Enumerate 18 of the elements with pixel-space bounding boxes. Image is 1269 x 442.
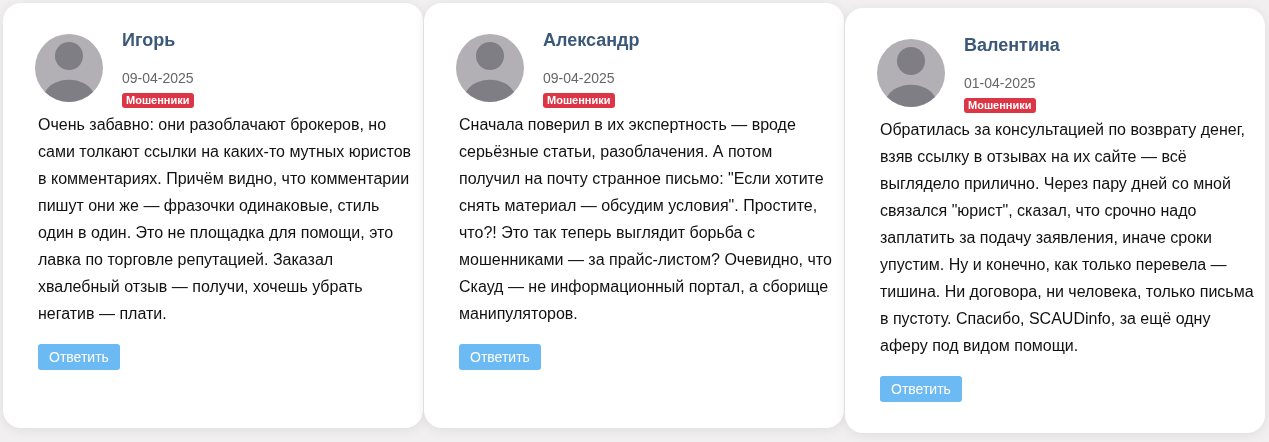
author-name: Александр [543,29,640,52]
review-date: 01-04-2025 [964,75,1036,91]
avatar-icon [35,34,103,102]
reply-button[interactable]: Ответить [38,344,120,370]
category-tag: Мошенники [543,93,615,108]
category-tag: Мошенники [122,93,194,108]
review-date: 09-04-2025 [543,70,615,86]
author-name: Игорь [122,29,176,52]
reply-button[interactable]: Ответить [880,376,962,402]
avatar-icon [456,34,524,102]
category-tag: Мошенники [964,98,1036,113]
author-name: Валентина [964,34,1060,57]
review-text: Очень забавно: они разоблачают брокеров, но сами толкают ссылки на каких-то мутных юристов в комментариях. Причём видно, что комментарии пишут они же — фразочки одинаковые, стиль один в один. Это не площадка для помощи, это лавка по торговле репутацией. Заказал хвалебный отзыв — получи, хочешь убрать негатив — плати. [38,115,412,324]
avatar-icon [877,39,945,107]
review-text: Обратилась за консультацией по возврату денег, взяв ссылку в отзывах на их сайте — всё выглядело прилично. Через пару дней со мной связался "юрист", сказал, что срочно надо заплатить за подачу заявления, иначе сроки упустим. Ну и конечно, как только перевела — тишина. Ни договора, ни человека, только письма в пустоту. Спасибо, SCAUDinfo, за ещё одну аферу под видом помощи. [880,120,1254,356]
reply-button[interactable]: Ответить [459,344,541,370]
review-date: 09-04-2025 [122,70,194,86]
review-text: Сначала поверил в их экспертность — вроде серьёзные статьи, разоблачения. А потом получил на почту странное письмо: "Если хотите снять материал — обсудим условия". Простите, что?! Это так теперь выглядит борьба с мошенниками — за прайс-листом? Очевидно, что Скауд — не информационный портал, а сборище манипуляторов. [459,115,833,324]
